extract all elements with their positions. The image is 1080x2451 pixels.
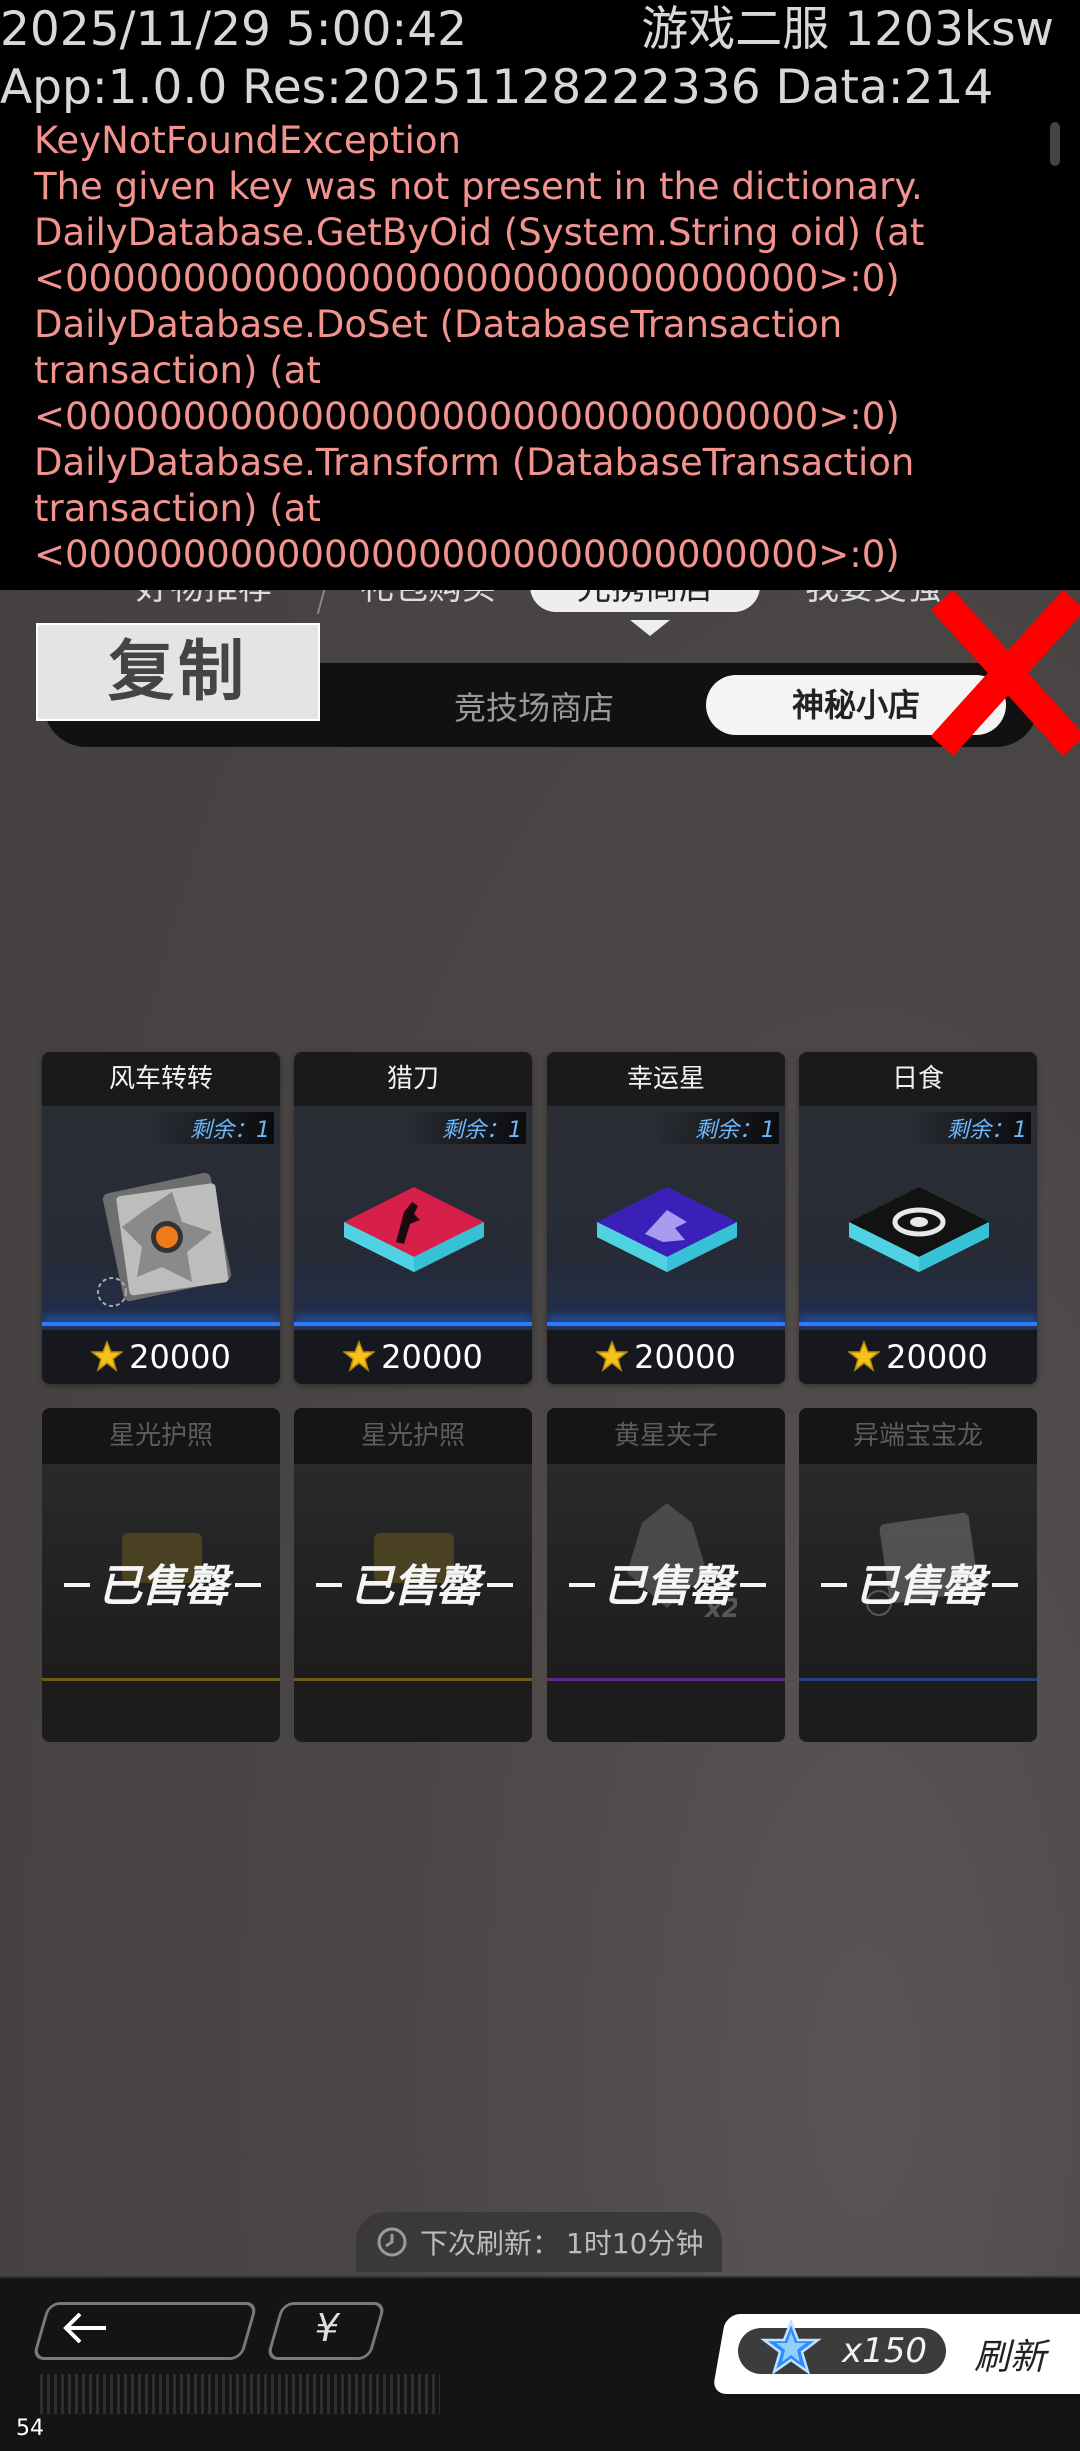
error-line: DailyDatabase.Transform (DatabaseTransac… — [34, 441, 915, 484]
subtab-arena-shop[interactable]: 竞技场商店 — [454, 683, 614, 729]
item-price: 20000 — [294, 1330, 532, 1384]
item-price-value: 20000 — [129, 1338, 231, 1376]
item-name: 星光护照 — [42, 1408, 280, 1464]
yen-icon: ¥ — [314, 2306, 340, 2350]
star-coin-icon — [91, 1340, 124, 1372]
item-name: 幸运星 — [547, 1052, 785, 1106]
sold-out-label: 已售罄 — [308, 1550, 518, 1614]
error-line: transaction) (at — [34, 487, 321, 530]
clock-icon — [377, 2227, 407, 2257]
refresh-button[interactable]: 刷新 — [974, 2328, 1046, 2380]
blue-star-gem-icon — [760, 2318, 822, 2376]
error-line: <00000000000000000000000000000000>:0) — [34, 257, 900, 300]
star-coin-icon — [596, 1340, 629, 1372]
error-line: DailyDatabase.GetByOid (System.String oi… — [34, 211, 925, 254]
star-coin-icon — [343, 1340, 376, 1372]
error-line: DailyDatabase.DoSet (DatabaseTransaction — [34, 303, 843, 346]
item-price: 20000 — [42, 1330, 280, 1384]
item-stock: 剩余：1 — [655, 1112, 779, 1144]
lucky-star-icon — [597, 1187, 737, 1272]
refresh-timer: 下次刷新： 1时10分钟 — [356, 2212, 722, 2272]
debug-console: 2025/11/29 5:00:42 游戏二服 1203ksw App:1.0.… — [0, 0, 1080, 590]
item-stock: 剩余：1 — [150, 1112, 274, 1144]
shop-item-card[interactable]: 猎刀 剩余：1 20000 — [294, 1052, 532, 1384]
close-icon[interactable] — [928, 590, 1080, 756]
sold-out-label: 已售罄 — [813, 1550, 1023, 1614]
item-name: 猎刀 — [294, 1052, 532, 1106]
sold-out-item-card[interactable]: 黄星夹子 x2 已售罄 — [547, 1408, 785, 1742]
debug-server: 游戏二服 1203ksw — [641, 2, 1054, 57]
item-name: 风车转转 — [42, 1052, 280, 1106]
item-price-value: 20000 — [886, 1338, 988, 1376]
sold-out-item-card[interactable]: 星光护照 已售罄 — [42, 1408, 280, 1742]
error-line: The given key was not present in the dic… — [34, 165, 923, 208]
error-line: <00000000000000000000000000000000>:0) — [34, 533, 900, 576]
refresh-timer-label: 下次刷新： — [420, 2227, 561, 2260]
item-price-value: 20000 — [634, 1338, 736, 1376]
shop-item-card[interactable]: 日食 剩余：1 20000 — [799, 1052, 1037, 1384]
star-coin-icon — [848, 1340, 881, 1372]
item-price-value: 20000 — [381, 1338, 483, 1376]
gem-cost: x150 — [842, 2331, 928, 2371]
knife-icon — [344, 1187, 484, 1272]
item-name: 日食 — [799, 1052, 1037, 1106]
eclipse-icon — [849, 1187, 989, 1272]
windmill-icon — [97, 1172, 232, 1307]
sold-out-label: 已售罄 — [561, 1550, 771, 1614]
active-tab-pointer — [630, 620, 670, 636]
error-line: <00000000000000000000000000000000>:0) — [34, 395, 900, 438]
copy-button[interactable]: 复制 — [36, 623, 320, 721]
error-log-scrollbar[interactable] — [1050, 122, 1060, 166]
tab-divider — [316, 590, 326, 614]
item-price: 20000 — [547, 1330, 785, 1384]
arrow-left-icon — [63, 2312, 106, 2344]
item-name: 星光护照 — [294, 1408, 532, 1464]
item-name: 异端宝宝龙 — [799, 1408, 1037, 1464]
debug-timestamp: 2025/11/29 5:00:42 — [0, 2, 468, 57]
refresh-timer-value: 1时10分钟 — [566, 2227, 704, 2260]
shop-item-card[interactable]: 幸运星 剩余：1 20000 — [547, 1052, 785, 1384]
item-stock: 剩余：1 — [402, 1112, 526, 1144]
sold-out-item-card[interactable]: 异端宝宝龙 已售罄 — [799, 1408, 1037, 1742]
sold-out-label: 已售罄 — [56, 1550, 266, 1614]
item-stock: 剩余：1 — [907, 1112, 1031, 1144]
error-line: KeyNotFoundException — [34, 119, 461, 162]
debug-app-info: App:1.0.0 Res:20251128222336 Data:214 — [0, 60, 994, 115]
shop-item-card[interactable]: 风车转转 剩余：1 20000 — [42, 1052, 280, 1384]
item-price: 20000 — [799, 1330, 1037, 1384]
error-log[interactable]: KeyNotFoundException The given key was n… — [34, 118, 1034, 578]
fps-counter: 54 — [16, 2416, 44, 2441]
item-name: 黄星夹子 — [547, 1408, 785, 1464]
error-line: transaction) (at — [34, 349, 321, 392]
sold-out-item-card[interactable]: 星光护照 已售罄 — [294, 1408, 532, 1742]
